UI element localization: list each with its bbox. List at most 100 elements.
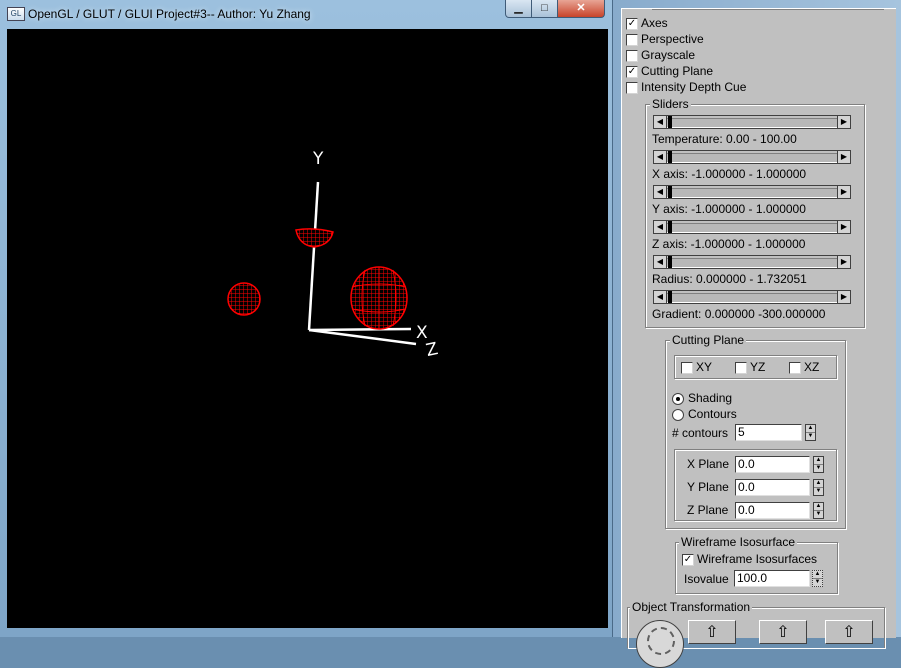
slider-right-arrow-icon[interactable]: ▶ (837, 291, 850, 303)
slider-thumb[interactable] (668, 291, 672, 303)
checkbox-label: Grayscale (641, 48, 696, 62)
translate-z-button[interactable]: ⇧ (825, 620, 873, 644)
y-axis-line (307, 181, 320, 331)
slider-left-arrow-icon[interactable]: ◀ (654, 291, 667, 303)
translate-xy-button[interactable]: ⇧ (688, 620, 736, 644)
opengl-window: GL OpenGL / GLUT / GLUI Project#3-- Auth… (0, 0, 613, 637)
checkbox-box[interactable] (626, 82, 638, 94)
x-axis-label: X (416, 323, 428, 343)
slider-track[interactable] (667, 223, 837, 233)
slider-x-axis[interactable]: ◀ ▶ (653, 150, 851, 164)
slider-thumb[interactable] (668, 151, 672, 163)
slider-track[interactable] (667, 188, 837, 198)
rotation-ball-icon[interactable] (636, 620, 684, 668)
slider-z-axis[interactable]: ◀ ▶ (653, 220, 851, 234)
checkbox-box[interactable]: ✓ (682, 554, 694, 566)
isovalue-input[interactable]: 100.0 (734, 570, 810, 587)
slider-label: Y axis: -1.000000 - 1.000000 (652, 202, 806, 216)
isosurface-top (295, 228, 334, 248)
checkbox-box[interactable] (626, 50, 638, 62)
slider-radius[interactable]: ◀ ▶ (653, 255, 851, 269)
z-axis-line (308, 328, 417, 346)
slider-right-arrow-icon[interactable]: ▶ (837, 186, 850, 198)
isosurface-left (227, 282, 261, 316)
y-plane-label: Y Plane (687, 480, 729, 494)
control-panel: ✓ Axes Perspective Grayscale ✓ Cutting P… (621, 8, 896, 668)
maximize-button[interactable]: □ (531, 0, 558, 18)
y-plane-input[interactable]: 0.0 (735, 479, 810, 496)
close-button[interactable]: ✕ (557, 0, 605, 18)
z-axis-label: Z (424, 339, 440, 361)
x-plane-spinner[interactable]: ▲ ▼ (813, 456, 824, 473)
isovalue-label: Isovalue (684, 572, 729, 586)
window-title: OpenGL / GLUT / GLUI Project#3-- Author:… (28, 7, 311, 21)
x-axis-line (308, 327, 412, 332)
slider-label: Radius: 0.000000 - 1.732051 (652, 272, 807, 286)
contours-label: # contours (672, 426, 729, 440)
render-canvas[interactable]: Y X Z (7, 29, 608, 628)
slider-label: Temperature: 0.00 - 100.00 (652, 132, 797, 146)
slider-left-arrow-icon[interactable]: ◀ (654, 116, 667, 128)
slider-thumb[interactable] (668, 186, 672, 198)
checkbox-label: Wireframe Isosurfaces (697, 552, 818, 566)
radio-label: Contours (688, 407, 737, 421)
slider-track[interactable] (667, 153, 837, 163)
radio-label: Shading (688, 391, 733, 405)
slider-right-arrow-icon[interactable]: ▶ (837, 256, 850, 268)
y-plane-spinner[interactable]: ▲ ▼ (813, 479, 824, 496)
checkbox-box[interactable]: ✓ (626, 18, 638, 30)
x-plane-input[interactable]: 0.0 (735, 456, 810, 473)
y-axis-label: Y (312, 149, 324, 169)
spin-down-icon[interactable]: ▼ (814, 488, 823, 495)
window-title-bar[interactable]: GL OpenGL / GLUT / GLUI Project#3-- Auth… (0, 0, 612, 28)
scene-svg: Y X Z (227, 149, 440, 361)
slider-gradient[interactable]: ◀ ▶ (653, 290, 851, 304)
object-transformation-group: Object Transformation ⇧ ⇧ ⇧ (627, 600, 885, 668)
group-title: Object Transformation (630, 600, 753, 614)
slider-thumb[interactable] (668, 256, 672, 268)
isovalue-spinner[interactable]: ▲ ▼ (812, 570, 823, 587)
slider-right-arrow-icon[interactable]: ▶ (837, 151, 850, 163)
checkbox-label: Perspective (641, 32, 704, 46)
slider-right-arrow-icon[interactable]: ▶ (837, 116, 850, 128)
spin-down-icon[interactable]: ▼ (814, 465, 823, 472)
app-icon: GL (7, 7, 25, 21)
slider-thumb[interactable] (668, 116, 672, 128)
contours-spinner[interactable]: ▲ ▼ (805, 424, 816, 441)
spin-up-icon[interactable]: ▲ (814, 503, 823, 511)
spin-down-icon[interactable]: ▼ (814, 511, 823, 518)
slider-temperature[interactable]: ◀ ▶ (653, 115, 851, 129)
slider-track[interactable] (667, 118, 837, 128)
translate-x-button[interactable]: ⇧ (759, 620, 807, 644)
checkbox-box[interactable] (681, 362, 693, 374)
contours-input[interactable]: 5 (735, 424, 802, 441)
z-plane-input[interactable]: 0.0 (735, 502, 810, 519)
slider-y-axis[interactable]: ◀ ▶ (653, 185, 851, 199)
slider-left-arrow-icon[interactable]: ◀ (654, 256, 667, 268)
spin-up-icon[interactable]: ▲ (814, 480, 823, 488)
slider-track[interactable] (667, 293, 837, 303)
spin-down-icon[interactable]: ▼ (813, 579, 822, 586)
radio-button[interactable] (672, 393, 684, 405)
checkbox-box[interactable] (626, 34, 638, 46)
spin-up-icon[interactable]: ▲ (813, 571, 822, 579)
slider-left-arrow-icon[interactable]: ◀ (654, 151, 667, 163)
slider-left-arrow-icon[interactable]: ◀ (654, 221, 667, 233)
checkbox-box[interactable]: ✓ (626, 66, 638, 78)
checkbox-label: XY (696, 360, 713, 374)
slider-thumb[interactable] (668, 221, 672, 233)
checkbox-box[interactable] (789, 362, 801, 374)
radio-button[interactable] (672, 409, 684, 421)
spin-up-icon[interactable]: ▲ (806, 425, 815, 433)
slider-right-arrow-icon[interactable]: ▶ (837, 221, 850, 233)
spin-up-icon[interactable]: ▲ (814, 457, 823, 465)
slider-track[interactable] (667, 258, 837, 268)
checkbox-label: YZ (750, 360, 766, 374)
z-plane-spinner[interactable]: ▲ ▼ (813, 502, 824, 519)
spin-down-icon[interactable]: ▼ (806, 433, 815, 440)
cutting-plane-group: Cutting Plane XY YZ XZ Shading Contours … (665, 333, 846, 529)
checkbox-box[interactable] (735, 362, 747, 374)
group-title: Sliders (650, 97, 691, 111)
minimize-button[interactable]: ▁ (505, 0, 532, 18)
slider-left-arrow-icon[interactable]: ◀ (654, 186, 667, 198)
